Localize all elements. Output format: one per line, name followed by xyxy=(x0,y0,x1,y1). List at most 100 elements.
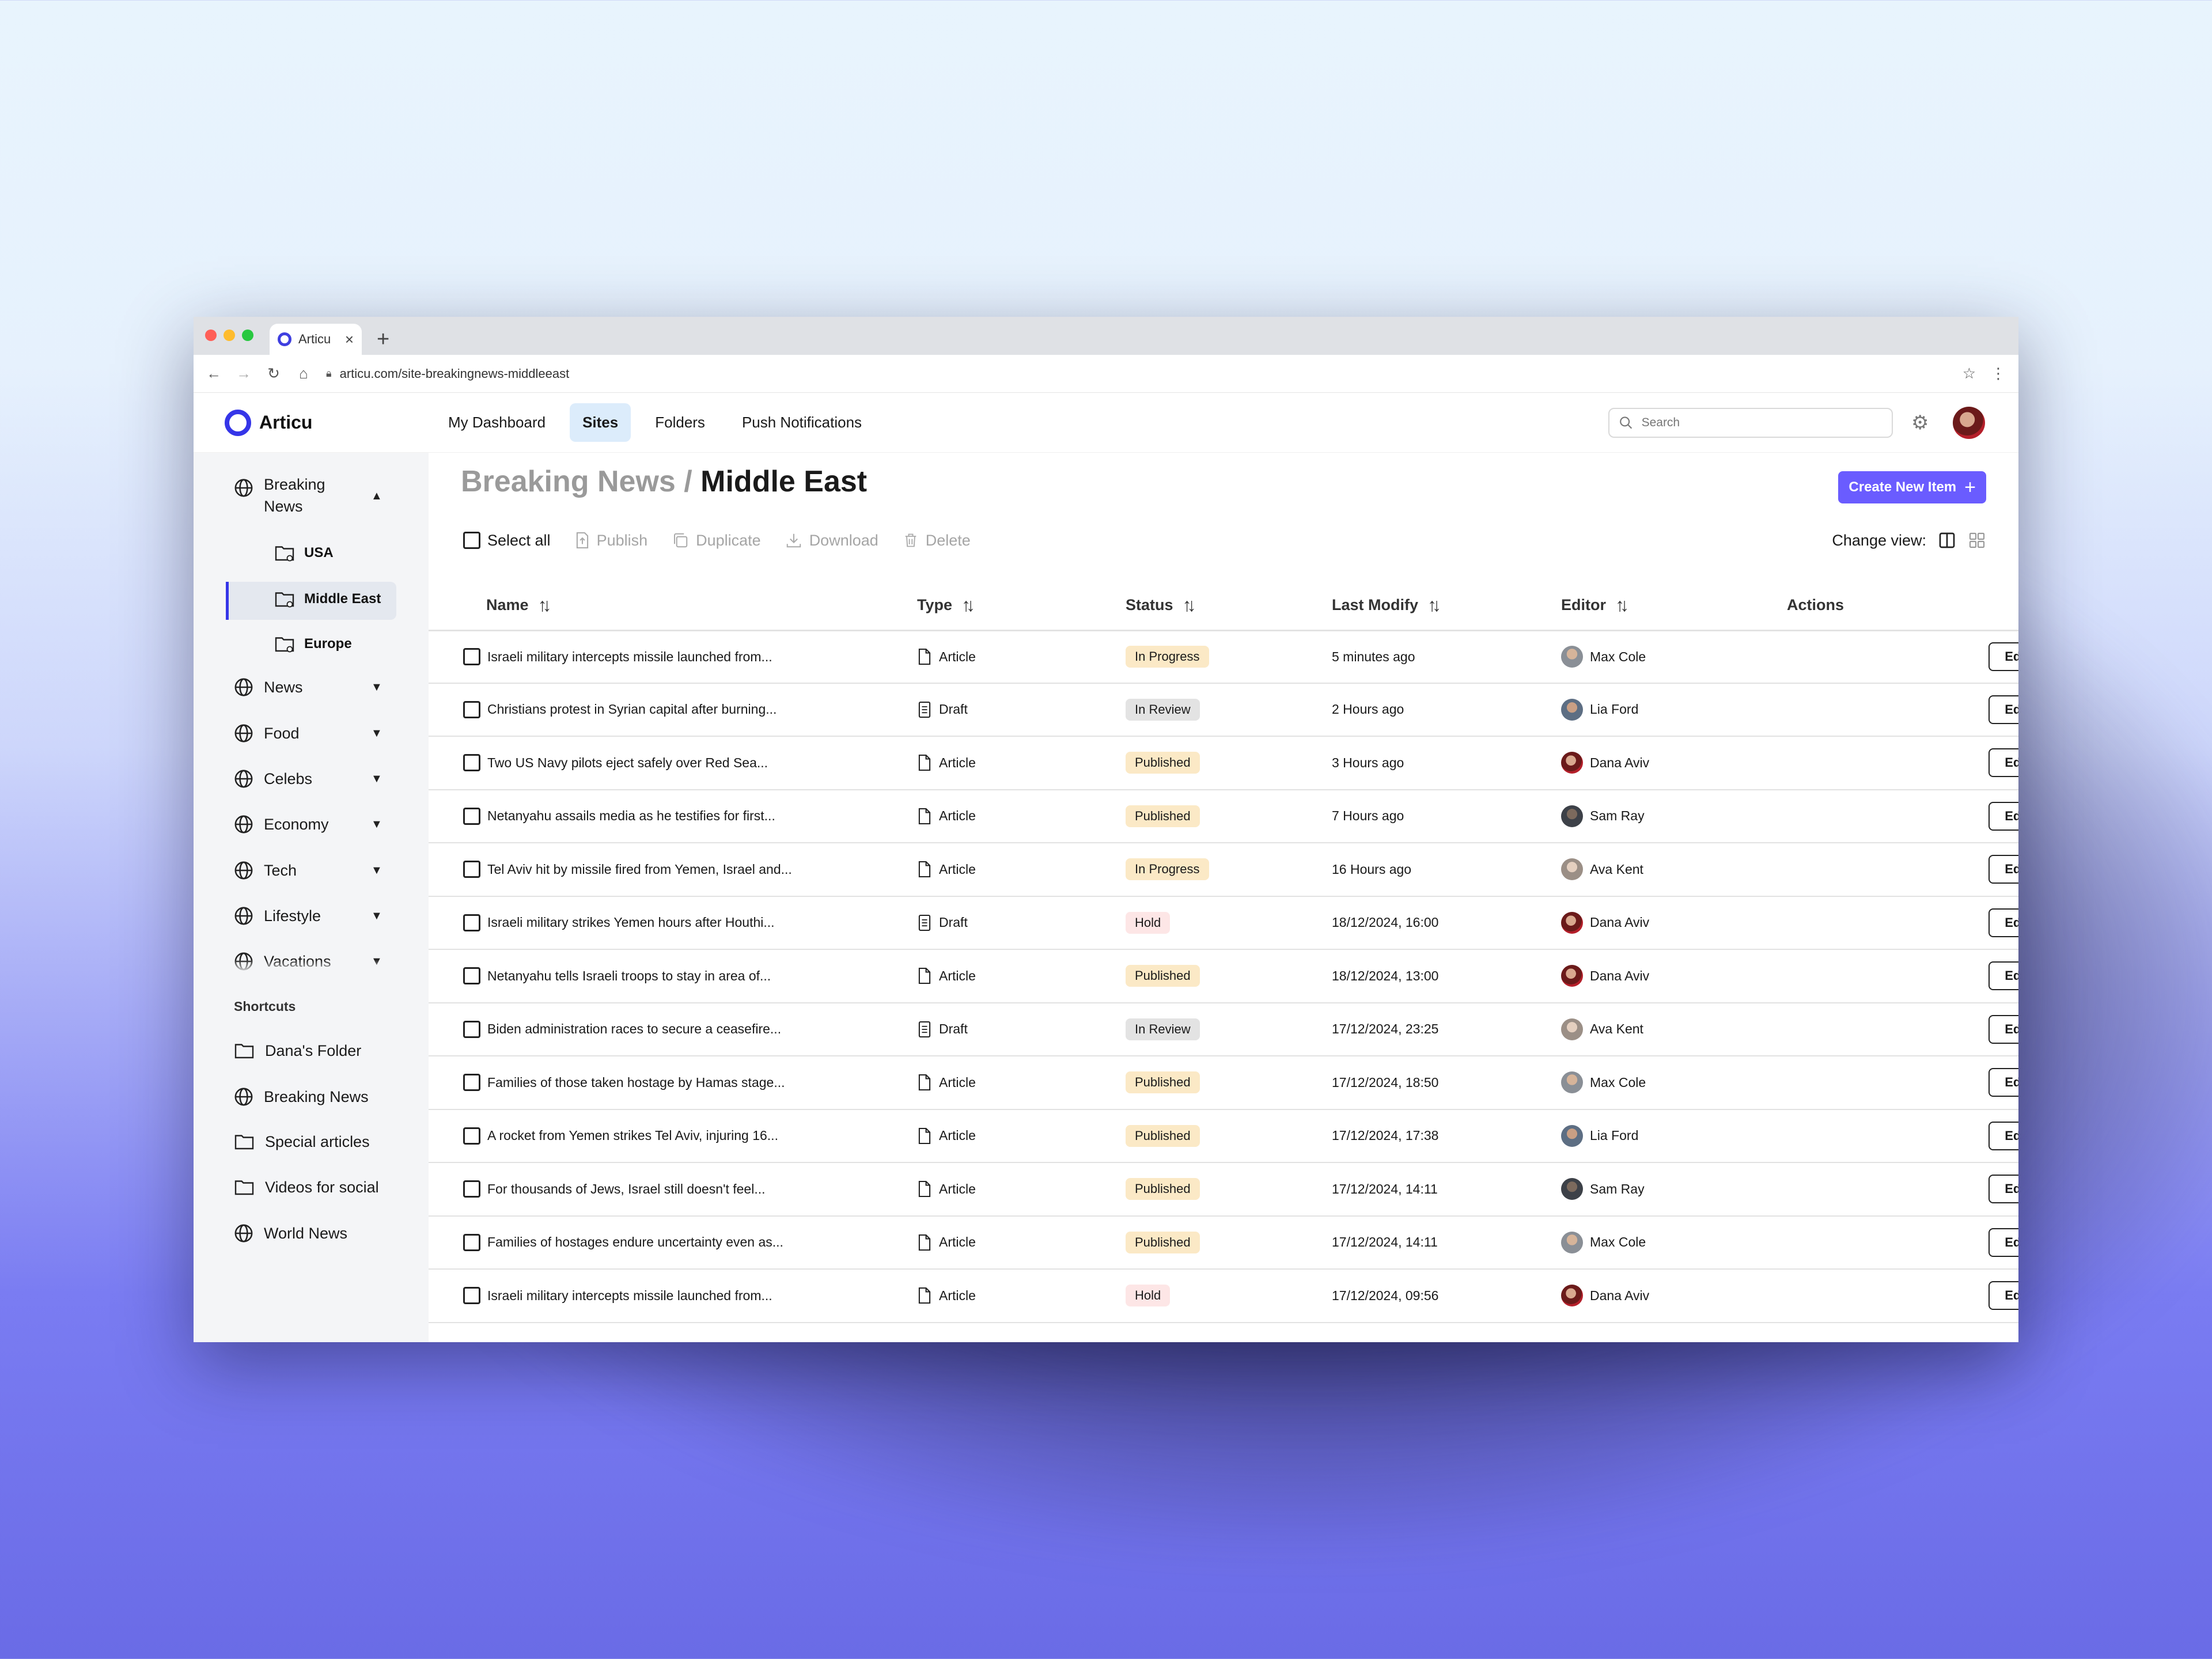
row-checkbox[interactable] xyxy=(463,648,480,666)
caret-down-icon[interactable]: ▼ xyxy=(371,910,382,923)
search-input[interactable] xyxy=(1641,415,1883,430)
minimize-window-button[interactable] xyxy=(224,329,235,341)
row-checkbox[interactable] xyxy=(463,1127,480,1145)
item-name[interactable]: For thousands of Jews, Israel still does… xyxy=(487,1181,766,1197)
item-name[interactable]: Netanyahu tells Israeli troops to stay i… xyxy=(487,968,771,984)
back-icon[interactable]: ← xyxy=(206,365,221,382)
row-checkbox[interactable] xyxy=(463,1287,480,1305)
table-row[interactable]: Families of hostages endure uncertainty … xyxy=(429,1217,2018,1270)
sort-icon[interactable]: ↑↓ xyxy=(1427,594,1441,616)
table-row[interactable]: Netanyahu assails media as he testifies … xyxy=(429,790,2018,843)
edit-button[interactable]: Edit xyxy=(1988,1175,2018,1204)
sidebar-item-site[interactable]: Celebs xyxy=(234,769,312,789)
row-checkbox[interactable] xyxy=(463,861,480,878)
caret-up-icon[interactable]: ▲ xyxy=(371,490,382,503)
table-row[interactable]: Israeli military intercepts missile laun… xyxy=(429,630,2018,684)
forward-icon[interactable]: → xyxy=(236,365,251,382)
gear-icon[interactable]: ⚙ xyxy=(1911,411,1929,434)
user-avatar[interactable] xyxy=(1953,406,1985,439)
table-row[interactable]: Biden administration races to secure a c… xyxy=(429,1003,2018,1056)
close-window-button[interactable] xyxy=(205,329,217,341)
table-row[interactable]: Two US Navy pilots eject safely over Red… xyxy=(429,737,2018,790)
browser-menu-icon[interactable]: ⋮ xyxy=(1991,365,2006,382)
caret-down-icon[interactable]: ▼ xyxy=(371,818,382,831)
column-header-editor[interactable]: Editor ↑↓ xyxy=(1561,594,1629,616)
row-checkbox[interactable] xyxy=(463,754,480,772)
table-row[interactable]: Israeli military strikes Yemen hours aft… xyxy=(429,897,2018,950)
row-checkbox[interactable] xyxy=(463,1180,480,1198)
shortcut-item[interactable]: World News xyxy=(234,1224,347,1243)
download-button[interactable]: Download xyxy=(785,532,878,550)
delete-button[interactable]: Delete xyxy=(903,532,971,550)
table-row[interactable]: Christians protest in Syrian capital aft… xyxy=(429,684,2018,737)
close-tab-icon[interactable]: × xyxy=(345,331,354,349)
sidebar-sub-usa[interactable]: USA xyxy=(274,544,334,562)
item-name[interactable]: Families of those taken hostage by Hamas… xyxy=(487,1075,785,1090)
shortcut-item[interactable]: Videos for social xyxy=(234,1178,379,1196)
item-name[interactable]: Two US Navy pilots eject safely over Red… xyxy=(487,755,768,771)
table-row[interactable]: Israeli military intercepts missile laun… xyxy=(429,1270,2018,1323)
shortcut-item[interactable]: Special articles xyxy=(234,1132,370,1151)
edit-button[interactable]: Edit xyxy=(1988,642,2018,672)
row-checkbox[interactable] xyxy=(463,700,480,718)
nav-sites[interactable]: Sites xyxy=(570,403,631,442)
item-name[interactable]: Netanyahu assails media as he testifies … xyxy=(487,808,775,824)
table-row[interactable]: Families of those taken hostage by Hamas… xyxy=(429,1056,2018,1110)
sidebar-item-breaking-news[interactable]: Breaking News xyxy=(234,474,325,517)
edit-button[interactable]: Edit xyxy=(1988,748,2018,778)
edit-button[interactable]: Edit xyxy=(1988,961,2018,991)
duplicate-button[interactable]: Duplicate xyxy=(672,532,761,550)
edit-button[interactable]: Edit xyxy=(1988,1281,2018,1310)
caret-down-icon[interactable]: ▼ xyxy=(371,772,382,786)
home-icon[interactable]: ⌂ xyxy=(296,365,311,382)
table-row[interactable]: Tel Aviv hit by missile fired from Yemen… xyxy=(429,843,2018,897)
sidebar-sub-middle-east[interactable]: Middle East xyxy=(274,590,381,608)
caret-down-icon[interactable]: ▼ xyxy=(371,864,382,877)
grid-view-icon[interactable] xyxy=(1968,531,1986,550)
nav-my-dashboard[interactable]: My Dashboard xyxy=(435,403,558,442)
row-checkbox[interactable] xyxy=(463,1074,480,1092)
edit-button[interactable]: Edit xyxy=(1988,855,2018,884)
edit-button[interactable]: Edit xyxy=(1988,1014,2018,1044)
select-all[interactable]: Select all xyxy=(463,532,551,550)
sort-icon[interactable]: ↑↓ xyxy=(1615,594,1629,616)
brand[interactable]: Articu xyxy=(225,409,312,436)
new-tab-button[interactable]: + xyxy=(377,324,389,355)
sidebar-item-site[interactable]: Lifestyle xyxy=(234,906,321,926)
row-checkbox[interactable] xyxy=(463,807,480,825)
sort-icon[interactable]: ↑↓ xyxy=(1183,594,1196,616)
sidebar-sub-europe[interactable]: Europe xyxy=(274,635,352,653)
edit-button[interactable]: Edit xyxy=(1988,908,2018,937)
edit-button[interactable]: Edit xyxy=(1988,801,2018,831)
list-view-icon[interactable] xyxy=(1938,531,1956,550)
column-header-last-modify[interactable]: Last Modify ↑↓ xyxy=(1332,594,1441,616)
sidebar-item-site[interactable]: Economy xyxy=(234,815,329,834)
column-header-type[interactable]: Type ↑↓ xyxy=(917,594,975,616)
sidebar-item-site[interactable]: Tech xyxy=(234,861,297,880)
row-checkbox[interactable] xyxy=(463,1233,480,1251)
column-header-status[interactable]: Status ↑↓ xyxy=(1126,594,1196,616)
shortcut-item[interactable]: Breaking News xyxy=(234,1087,369,1107)
reload-icon[interactable]: ↻ xyxy=(266,365,281,382)
item-name[interactable]: Biden administration races to secure a c… xyxy=(487,1021,781,1037)
item-name[interactable]: A rocket from Yemen strikes Tel Aviv, in… xyxy=(487,1128,778,1143)
item-name[interactable]: Christians protest in Syrian capital aft… xyxy=(487,702,777,717)
sort-icon[interactable]: ↑↓ xyxy=(538,594,552,616)
url-field[interactable]: 🔒︎ articu.com/site-breakingnews-middleea… xyxy=(326,361,1948,387)
caret-down-icon[interactable]: ▼ xyxy=(371,681,382,694)
table-row[interactable]: For thousands of Jews, Israel still does… xyxy=(429,1163,2018,1217)
item-name[interactable]: Israeli military intercepts missile laun… xyxy=(487,1288,772,1304)
sidebar-item-site[interactable]: News xyxy=(234,677,303,697)
sort-icon[interactable]: ↑↓ xyxy=(961,594,975,616)
sidebar-item-site[interactable]: Food xyxy=(234,724,300,743)
bookmark-star-icon[interactable]: ☆ xyxy=(1963,365,1976,382)
nav-push-notifications[interactable]: Push Notifications xyxy=(729,403,874,442)
row-checkbox[interactable] xyxy=(463,967,480,985)
maximize-window-button[interactable] xyxy=(242,329,253,341)
item-name[interactable]: Israeli military strikes Yemen hours aft… xyxy=(487,915,775,930)
breadcrumb-parent[interactable]: Breaking News xyxy=(461,465,676,498)
item-name[interactable]: Families of hostages endure uncertainty … xyxy=(487,1234,783,1250)
column-header-name[interactable]: Name ↑↓ xyxy=(486,594,552,616)
select-all-checkbox[interactable] xyxy=(463,532,480,549)
caret-down-icon[interactable]: ▼ xyxy=(371,727,382,740)
